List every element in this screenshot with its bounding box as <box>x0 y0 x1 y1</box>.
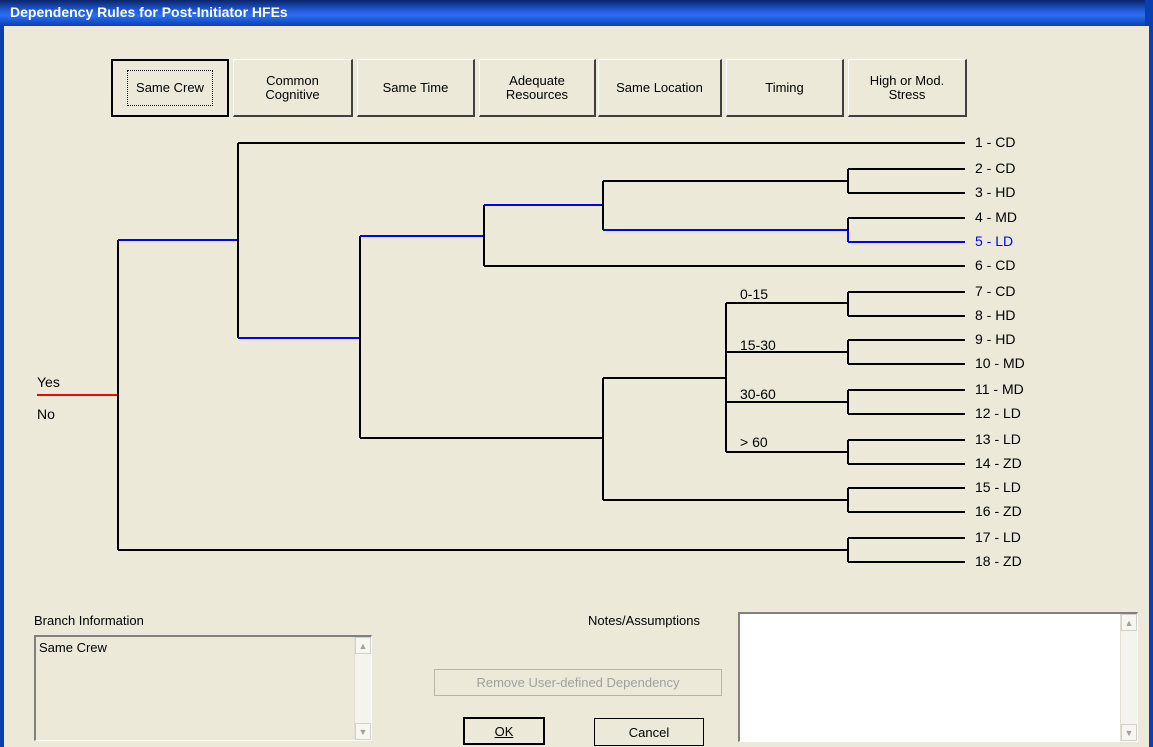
tree-leaf-label[interactable]: 1 - CD <box>975 134 1015 150</box>
cancel-label: Cancel <box>628 724 670 740</box>
tree-leaf-label[interactable]: 5 - LD <box>975 233 1013 249</box>
tree-leaf-label[interactable]: 6 - CD <box>975 257 1015 273</box>
branch-no-label: No <box>37 406 55 422</box>
tree-leaf-label[interactable]: 13 - LD <box>975 431 1021 447</box>
branch-info-box[interactable]: Same Crew ▲ ▼ <box>34 635 372 741</box>
scrollbar[interactable]: ▲ ▼ <box>1120 614 1137 741</box>
tree-leaf-label[interactable]: 15 - LD <box>975 479 1021 495</box>
tree-leaf-label[interactable]: 18 - ZD <box>975 553 1022 569</box>
tree-leaf-label[interactable]: 4 - MD <box>975 209 1017 225</box>
branch-info-text: Same Crew <box>39 640 107 655</box>
scrollbar[interactable]: ▲ ▼ <box>354 637 371 740</box>
remove-dependency-label: Remove User-defined Dependency <box>476 675 680 690</box>
tree-leaf-label[interactable]: 12 - LD <box>975 405 1021 421</box>
scroll-up-icon[interactable]: ▲ <box>355 637 371 654</box>
tree-leaf-label[interactable]: 11 - MD <box>975 381 1024 397</box>
tree-leaf-label[interactable]: 3 - HD <box>975 184 1015 200</box>
ok-button[interactable]: OK <box>463 717 545 745</box>
remove-dependency-button[interactable]: Remove User-defined Dependency <box>434 669 722 696</box>
timing-label: 30-60 <box>740 386 776 402</box>
notes-field[interactable]: ▲ ▼ <box>738 612 1138 742</box>
branch-info-label: Branch Information <box>34 613 144 628</box>
timing-label: 0-15 <box>740 286 769 302</box>
tree-leaf-label[interactable]: 17 - LD <box>975 529 1021 545</box>
tree-leaf-label[interactable]: 14 - ZD <box>975 455 1022 471</box>
ok-label: OK <box>494 723 514 739</box>
notes-label: Notes/Assumptions <box>588 613 700 628</box>
timing-label: > 60 <box>740 434 768 450</box>
tree-leaf-label[interactable]: 7 - CD <box>975 283 1015 299</box>
scroll-down-icon[interactable]: ▼ <box>355 723 371 740</box>
scroll-down-icon[interactable]: ▼ <box>1121 724 1137 741</box>
cancel-button[interactable]: Cancel <box>594 718 704 746</box>
branch-yes-label: Yes <box>37 374 60 390</box>
scroll-up-icon[interactable]: ▲ <box>1121 614 1137 631</box>
tree-leaf-label[interactable]: 16 - ZD <box>975 503 1022 519</box>
timing-label: 15-30 <box>740 337 776 353</box>
tree-leaf-label[interactable]: 2 - CD <box>975 160 1015 176</box>
tree-leaf-label[interactable]: 8 - HD <box>975 307 1015 323</box>
dialog-window: Dependency Rules for Post-Initiator HFEs… <box>0 0 1153 747</box>
tree-leaf-label[interactable]: 9 - HD <box>975 331 1015 347</box>
tree-leaf-label[interactable]: 10 - MD <box>975 355 1025 371</box>
